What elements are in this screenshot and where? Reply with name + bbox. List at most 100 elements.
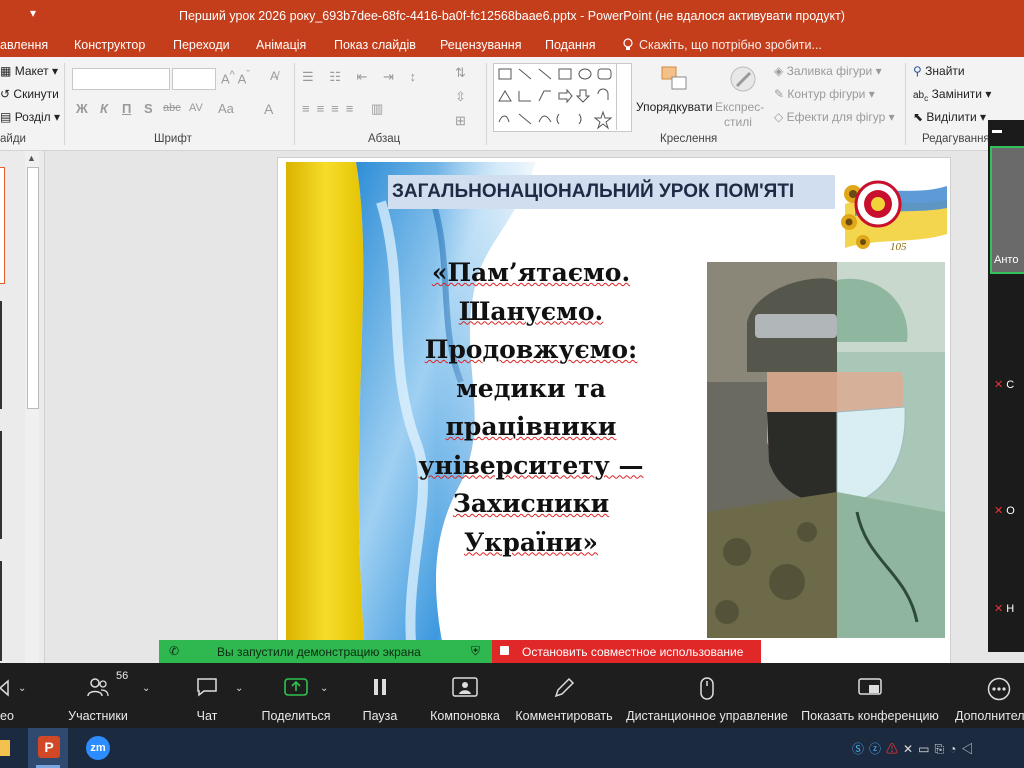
section-icon: ▤ [0,110,12,124]
participant-row[interactable]: ✕ С [994,378,1014,391]
align-buttons[interactable]: ≡≡≡≡ ▥ [302,101,390,117]
divider [64,63,65,145]
volume-icon[interactable]: ◁ [961,742,978,756]
tell-me-search[interactable]: Скажіть, що потрібно зробити... [639,38,822,52]
chat-chevron-icon[interactable]: ⌄ [235,683,243,694]
scrollbar-thumb[interactable] [27,167,39,409]
shape-outline-button[interactable]: ✎ Контур фігури ▾ [774,87,875,101]
slide-thumbnail[interactable] [0,301,2,409]
share-screen-button[interactable]: Поделиться [258,663,334,728]
participant-row[interactable]: ✕ О [994,504,1015,517]
screen-share-status-banner: ✆ Вы запустили демонстрацию экрана ⛨ [159,640,492,663]
align-text-button[interactable]: ⇳ [455,89,466,105]
share-chevron-icon[interactable]: ⌄ [320,683,328,694]
quick-styles-button-line2[interactable]: стилі [724,115,752,129]
tab-slide-show[interactable]: Показ слайдів [334,38,416,52]
shapes-gallery-scroll[interactable] [616,63,631,130]
display-icon[interactable]: ▭ [918,742,934,756]
find-button[interactable]: ⚲ Знайти [913,64,965,78]
more-button[interactable]: Дополнител [952,663,1024,728]
slide-body-text[interactable]: «Пам’ятаємо. Шануємо. Продовжуємо: медик… [386,254,676,562]
system-tray-icons[interactable]: Ⓢⓩ⚠✕▭⎘◔◁ [852,740,978,757]
slide-thumbnail[interactable] [0,431,2,539]
tab-review[interactable]: Рецензування [440,38,521,52]
quick-styles-button[interactable]: Експрес- [715,100,764,114]
usb-icon[interactable]: ⎘ [934,742,949,756]
clear-format-button[interactable]: A̸ [270,69,278,83]
bullets-numbering-buttons[interactable]: ☰ ☷ ⇤ ⇥ ↕ [302,69,422,85]
powerpoint-taskbar-button[interactable]: P [28,728,68,768]
shapes-gallery[interactable] [493,63,632,132]
pause-label: Пауза [362,709,398,723]
layout-button-zoom[interactable]: Компоновка [426,663,504,728]
participants-icon [87,678,109,697]
layout-icon: ▦ [0,64,12,78]
section-button[interactable]: ▤ Розділ ▾ [0,110,60,124]
font-size-combo[interactable] [172,68,216,90]
pause-icon [374,679,386,695]
pause-share-button[interactable]: Пауза [356,663,404,728]
tab-animations[interactable]: Анімація [256,38,306,52]
annotate-button[interactable]: Комментировать [514,663,614,728]
reset-button[interactable]: ↺ Скинути [0,87,59,101]
panel-minimize-icon[interactable]: ▬ [988,125,1024,137]
tab-transitions[interactable]: Переходи [173,38,230,52]
arrange-button[interactable]: Упорядкувати [636,100,713,114]
wifi-icon[interactable]: ◔ [949,742,961,756]
shape-fill-button[interactable]: ◈ Заливка фігури ▾ [774,64,882,78]
chat-button[interactable]: Чат [180,663,234,728]
slide-thumbnail[interactable] [0,561,2,661]
tab-design[interactable]: Конструктор [74,38,145,52]
network-off-icon[interactable]: ✕ [903,742,918,756]
strike-button[interactable]: abc [163,102,181,114]
layout-icon [452,677,478,697]
body-line: працівники [445,412,617,441]
phone-icon: ✆ [169,644,180,658]
text-direction-button[interactable]: ⇅ [455,65,466,81]
slide-title[interactable]: ЗАГАЛЬНОНАЦІОНАЛЬНИЙ УРОК ПОМ'ЯТІ [388,175,835,209]
font-name-combo[interactable] [72,68,170,90]
slide-thumbnail-active[interactable] [0,167,5,284]
video-options-chevron-icon[interactable]: ⌄ [18,683,26,694]
underline-button[interactable]: П [122,101,131,116]
participants-button[interactable]: 56 Участники [60,663,136,728]
italic-button[interactable]: К [100,101,108,116]
select-button[interactable]: ⬉ Виділити ▾ [913,110,986,124]
shadow-button[interactable]: S [144,101,153,116]
shape-effects-button[interactable]: ◇ Ефекти для фігур ▾ [774,110,895,124]
zoom-participants-panel: ▬ Анто ✕ С ✕ О ✕ Н [988,120,1024,652]
skype-icon[interactable]: Ⓢ [852,742,869,756]
stop-share-button[interactable]: Остановить совместное использование [492,640,761,663]
pencil-icon [554,677,575,698]
thumbnail-scrollbar[interactable]: ▲ [25,151,39,663]
change-case-button[interactable]: Aa [218,101,234,116]
font-color-button[interactable]: A [264,101,273,117]
participant-row[interactable]: ✕ Н [994,602,1014,615]
file-explorer-icon[interactable] [0,740,10,756]
scroll-up-icon[interactable]: ▲ [27,153,36,163]
antivirus-icon[interactable]: ⚠ [886,742,903,756]
participant-video-tile[interactable]: Анто [990,146,1024,274]
tab-view[interactable]: Подання [545,38,595,52]
search-icon: ⚲ [913,64,922,78]
show-meeting-button[interactable]: Показать конференцию [800,663,940,728]
smartart-button[interactable]: ⊞ [455,113,466,129]
window-title-bar: ▾ Перший урок 2026 року_693b7dee-68fc-44… [0,0,1024,33]
zoom-taskbar-icon[interactable]: zm [86,736,110,760]
share-label: Поделиться [261,709,331,723]
bold-button[interactable]: Ж [76,101,88,116]
participants-chevron-icon[interactable]: ⌄ [142,683,150,694]
more-label: Дополнител [955,709,1024,723]
grow-font-button[interactable]: A^ Aˇ [221,69,250,86]
replace-button[interactable]: abc Замінити ▾ [913,87,991,103]
annotate-label: Комментировать [515,709,613,723]
video-button[interactable]: ео [0,663,14,728]
arrange-icon [660,65,690,96]
layout-button[interactable]: ▦ Макет ▾ [0,64,58,78]
char-spacing-button[interactable]: AV [189,102,203,114]
zoom-tray-icon[interactable]: ⓩ [869,742,886,756]
remote-control-button[interactable]: Дистанционное управление [626,663,788,728]
group-label-font: Шрифт [154,133,192,145]
slide-canvas[interactable]: ЗАГАЛЬНОНАЦІОНАЛЬНИЙ УРОК ПОМ'ЯТІ 105 «П… [277,157,951,664]
tab-slideshow-partial[interactable]: авлення [0,38,48,52]
